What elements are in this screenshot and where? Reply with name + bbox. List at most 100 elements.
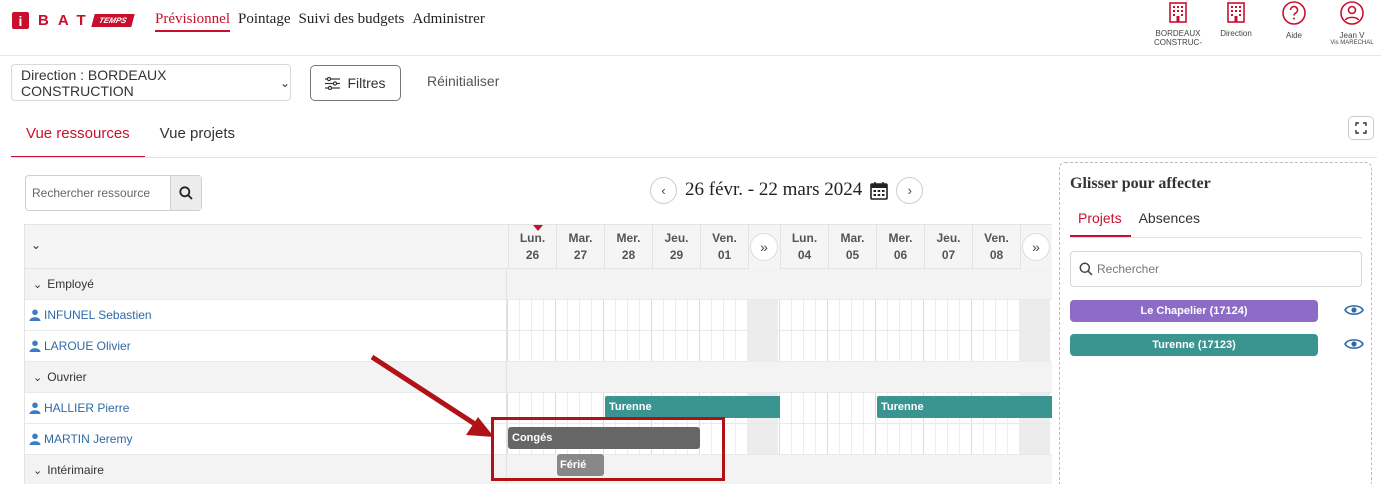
tab-vue-ressources[interactable]: Vue ressources bbox=[11, 112, 145, 158]
grid-line bbox=[711, 331, 712, 361]
nav-previsionnel[interactable]: Prévisionnel bbox=[155, 11, 230, 32]
grid-line bbox=[579, 331, 580, 361]
assignment-bar-turenne[interactable]: Turenne bbox=[877, 396, 1052, 418]
day-cells[interactable] bbox=[507, 331, 1052, 361]
weekend-gap bbox=[1019, 424, 1050, 454]
day-number: 01 bbox=[717, 248, 732, 262]
expand-weekend-button[interactable]: » bbox=[750, 233, 778, 261]
company-label: BORDEAUX bbox=[1155, 29, 1201, 38]
next-period-button[interactable]: › bbox=[896, 176, 924, 204]
reset-button[interactable]: Réinitialiser bbox=[427, 73, 499, 89]
assignment-bar-turenne[interactable]: Turenne bbox=[605, 396, 780, 418]
day-number: 28 bbox=[621, 248, 636, 262]
grid-line bbox=[791, 331, 792, 361]
day-name: Ven. bbox=[984, 231, 1009, 245]
resource-name[interactable]: LAROUE Olivier bbox=[44, 339, 131, 353]
grid-line bbox=[615, 300, 616, 330]
day-cells[interactable] bbox=[507, 300, 1052, 330]
resource-search-input[interactable] bbox=[26, 176, 170, 210]
day-name: Mar. bbox=[840, 231, 865, 245]
date-range: 26 févr. - 22 mars 2024 bbox=[685, 179, 863, 200]
tab-absences[interactable]: Absences bbox=[1131, 207, 1209, 237]
project-search-input[interactable] bbox=[1097, 262, 1347, 276]
grid-line bbox=[971, 424, 972, 454]
help-button[interactable]: Aide bbox=[1265, 0, 1323, 47]
grid-line bbox=[935, 424, 936, 454]
grid-line bbox=[827, 300, 828, 330]
day-number: 07 bbox=[941, 248, 956, 262]
group-row[interactable]: ⌄ Ouvrier bbox=[25, 362, 1052, 393]
weekend-gap bbox=[747, 331, 778, 361]
day-header: Mar. 05 bbox=[828, 225, 876, 269]
day-name: Jeu. bbox=[664, 231, 689, 245]
day-number: 26 bbox=[525, 248, 540, 262]
grid-line bbox=[603, 331, 604, 361]
nav-pointage[interactable]: Pointage bbox=[238, 11, 291, 32]
direction-select[interactable]: Direction : BORDEAUX CONSTRUCTION ⌄ bbox=[11, 64, 291, 101]
tab-vue-projets[interactable]: Vue projets bbox=[145, 112, 250, 158]
company-button[interactable]: BORDEAUX CONSTRUC- bbox=[1149, 0, 1207, 47]
chevron-down-icon[interactable]: ⌄ bbox=[33, 278, 42, 291]
collapse-all-icon[interactable]: ⌄ bbox=[31, 238, 41, 252]
weekend-gap bbox=[747, 300, 778, 330]
group-row[interactable]: ⌄ Employé bbox=[25, 269, 1052, 300]
chevron-down-icon[interactable]: ⌄ bbox=[33, 371, 42, 384]
grid-line bbox=[803, 300, 804, 330]
filters-button[interactable]: Filtres bbox=[310, 65, 401, 101]
day-name: Lun. bbox=[519, 231, 546, 245]
chevron-down-icon[interactable]: ⌄ bbox=[33, 464, 42, 477]
project-chip-turenne[interactable]: Turenne (17123) bbox=[1070, 334, 1318, 356]
grid-line bbox=[839, 393, 840, 423]
day-header: Mer. 28 bbox=[604, 225, 652, 269]
fullscreen-button[interactable] bbox=[1348, 116, 1374, 140]
resource-row: LAROUE Olivier bbox=[25, 331, 1052, 362]
previous-period-button[interactable]: ‹ bbox=[650, 176, 677, 204]
view-tabs: Vue ressources Vue projets bbox=[11, 112, 250, 158]
day-header: Lun. 04 bbox=[780, 225, 828, 269]
assignment-label: Turenne bbox=[881, 401, 924, 413]
grid-line bbox=[851, 300, 852, 330]
building-icon bbox=[1227, 2, 1245, 23]
eye-icon[interactable] bbox=[1344, 337, 1364, 351]
grid-line bbox=[779, 300, 780, 330]
group-label: Employé bbox=[47, 277, 94, 291]
project-chip-le-chapelier[interactable]: Le Chapelier (17124) bbox=[1070, 300, 1318, 322]
company-label-2: CONSTRUC- bbox=[1154, 38, 1202, 47]
resource-row: INFUNEL Sebastien bbox=[25, 300, 1052, 331]
day-header: Lun. 26 bbox=[508, 225, 556, 269]
grid-line bbox=[815, 424, 816, 454]
grid-line bbox=[911, 331, 912, 361]
resource-name[interactable]: MARTIN Jeremy bbox=[44, 432, 132, 446]
grid-line bbox=[627, 331, 628, 361]
user-menu[interactable]: Jean V Vis MARECHAL bbox=[1323, 0, 1381, 47]
day-number: 08 bbox=[989, 248, 1004, 262]
grid-line bbox=[863, 300, 864, 330]
nav-suivi-budgets[interactable]: Suivi des budgets bbox=[299, 11, 405, 32]
project-label: Turenne (17123) bbox=[1152, 339, 1236, 351]
grid-line bbox=[971, 300, 972, 330]
grid-line bbox=[959, 424, 960, 454]
calendar-icon[interactable] bbox=[870, 181, 889, 200]
grid-line bbox=[663, 331, 664, 361]
date-navigator: ‹ 26 févr. - 22 mars 2024 › bbox=[650, 176, 924, 204]
expand-weekend-button[interactable]: » bbox=[1022, 233, 1050, 261]
grid-line bbox=[923, 300, 924, 330]
app-logo[interactable]: i BAT TEMPS bbox=[12, 12, 135, 29]
weekend-gap bbox=[1019, 331, 1050, 361]
day-header: Jeu. 07 bbox=[924, 225, 972, 269]
eye-icon[interactable] bbox=[1344, 303, 1364, 317]
day-number: 05 bbox=[845, 248, 860, 262]
grid-line bbox=[627, 300, 628, 330]
tab-projets[interactable]: Projets bbox=[1070, 207, 1131, 237]
resource-name[interactable]: INFUNEL Sebastien bbox=[44, 308, 152, 322]
day-number: 06 bbox=[893, 248, 908, 262]
grid-line bbox=[863, 331, 864, 361]
grid-line bbox=[995, 300, 996, 330]
resource-name[interactable]: HALLIER Pierre bbox=[44, 401, 129, 415]
grid-line bbox=[983, 300, 984, 330]
direction-button[interactable]: Direction bbox=[1207, 0, 1265, 47]
grid-line bbox=[651, 300, 652, 330]
nav-administrer[interactable]: Administrer bbox=[412, 11, 485, 32]
resource-search-button[interactable] bbox=[170, 176, 201, 210]
user-icon bbox=[1340, 1, 1364, 25]
